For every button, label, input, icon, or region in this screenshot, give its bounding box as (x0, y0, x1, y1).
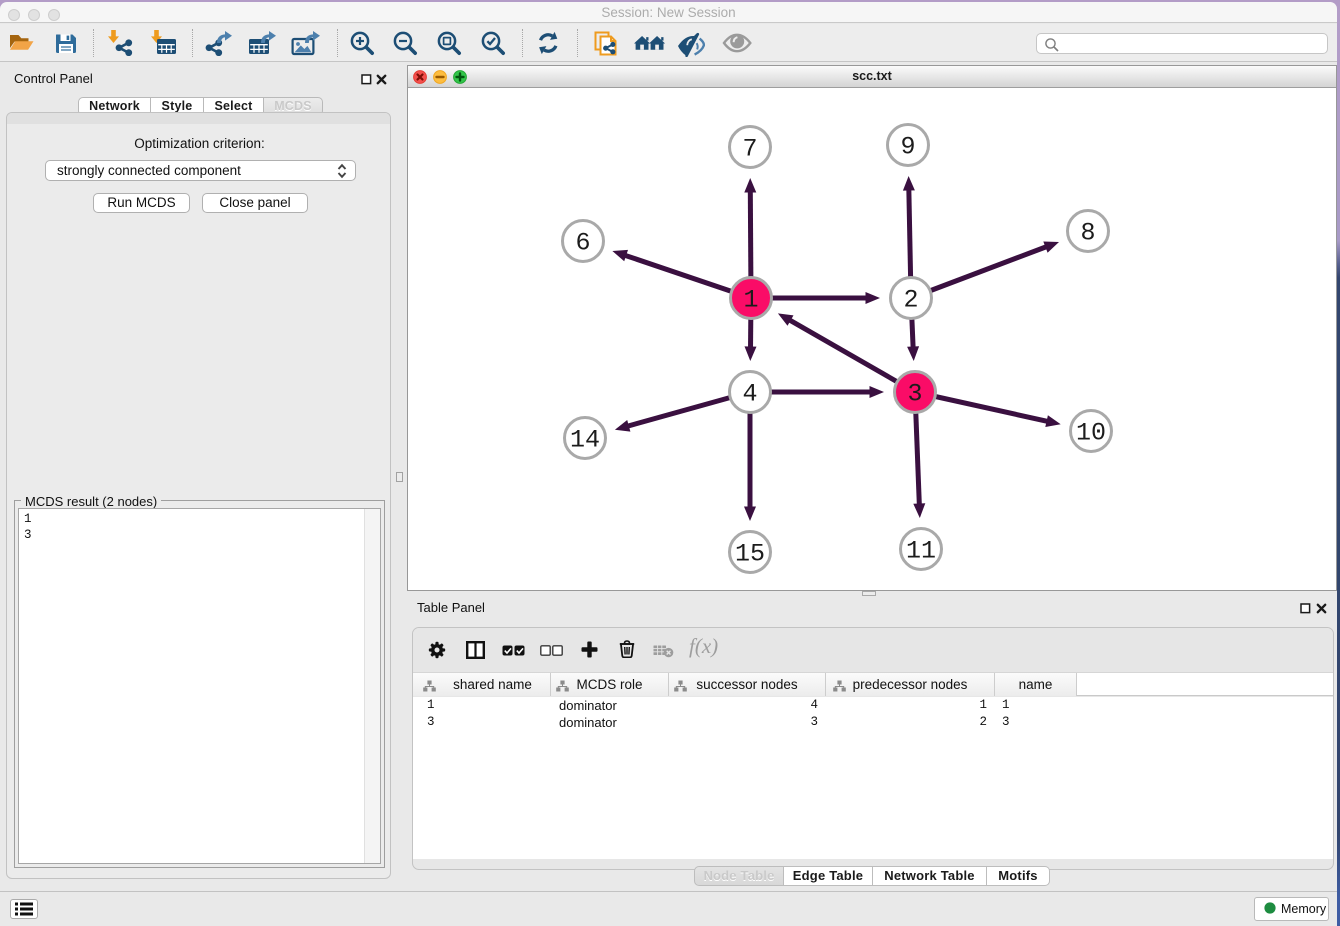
svg-text:1: 1 (743, 286, 758, 315)
svg-text:10: 10 (1076, 419, 1106, 448)
svg-text:4: 4 (742, 380, 757, 409)
svg-text:9: 9 (900, 133, 915, 162)
svg-text:6: 6 (575, 229, 590, 258)
svg-text:11: 11 (906, 537, 936, 566)
svg-text:14: 14 (570, 426, 600, 455)
svg-text:7: 7 (742, 135, 757, 164)
svg-text:8: 8 (1080, 219, 1095, 248)
svg-text:2: 2 (903, 286, 918, 315)
svg-text:3: 3 (907, 380, 922, 409)
svg-text:15: 15 (735, 540, 765, 569)
